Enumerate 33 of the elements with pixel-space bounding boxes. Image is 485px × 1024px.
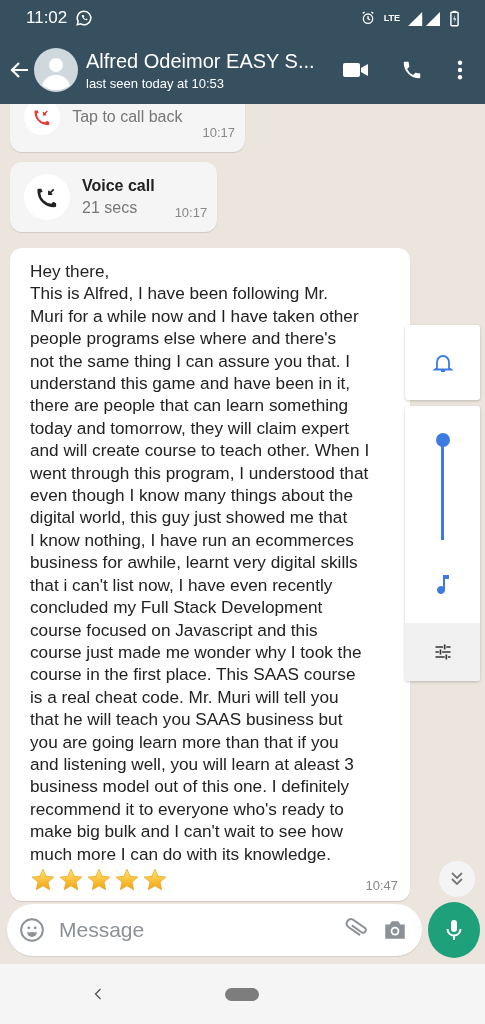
more-options-icon[interactable] <box>457 60 463 80</box>
last-seen-status: last seen today at 10:53 <box>86 75 226 91</box>
star-icon <box>30 866 56 893</box>
message-field[interactable]: Message <box>7 904 422 956</box>
clock-time: 11:02 <box>26 8 68 28</box>
call-detail: 21 secs <box>82 199 139 217</box>
star-icon <box>114 866 140 893</box>
call-title: Voice call <box>82 177 155 195</box>
message-text: Hey there, This is Alfred, I have been following Mr. Muri for a while now and I have taken other people programs else where and there's not the same thing I can assure you that. I understand this game and have been in it, there are people that can learn something today and tomorrow, they will claim expert and will create course to teach other. When I went through this program, I understood that even though I know many things about the digital world, this guy just showed me that I know nothing, I have run an ecommerces business for awhile, learnt very digital skills that i can't list now, I have even recently concluded my Full Stack Development course focused on Javascript and this course just made me wonder why I took the course in the first place. This SAAS course is a real cheat code. Mr. Muri will tell you that he will teach you SAAS business but you are going learn more than that if you and listening well, you will learn at aleast 3 business model out of this one. I definitely recommend it to everyone who's ready to make big bulk and I can't wait to see how much more I can do with its knowledge. <box>30 260 371 865</box>
star-icon <box>86 866 112 893</box>
microphone-button[interactable] <box>428 902 480 958</box>
signal-icon <box>408 10 442 26</box>
video-camera-icon[interactable] <box>343 61 369 79</box>
message-time: 10:17 <box>201 125 235 140</box>
avatar-icon[interactable] <box>34 48 78 92</box>
call-detail: Tap to call back <box>72 108 183 126</box>
emoji-icon[interactable] <box>19 917 45 943</box>
star-icon <box>58 866 84 893</box>
incoming-call-icon <box>24 174 70 220</box>
scroll-down-icon[interactable] <box>439 861 475 897</box>
star-icon <box>142 866 168 893</box>
contact-name[interactable]: Alfred Odeimor EASY S... <box>86 49 343 73</box>
message-time: 10:17 <box>173 205 208 220</box>
message-time: 10:47 <box>365 877 398 893</box>
chat-bubble-icon <box>75 9 94 27</box>
phone-icon[interactable] <box>401 59 423 81</box>
home-pill[interactable] <box>225 987 259 1001</box>
call-bubble[interactable]: Tap to call back 10:17 <box>10 104 245 152</box>
call-bubble[interactable]: Voice call 21 secs 10:17 <box>10 162 218 232</box>
back-chevron-icon[interactable] <box>93 987 103 1001</box>
message-input[interactable]: Message <box>57 917 332 943</box>
battery-icon <box>450 9 459 27</box>
network-type: LTE <box>383 13 400 23</box>
